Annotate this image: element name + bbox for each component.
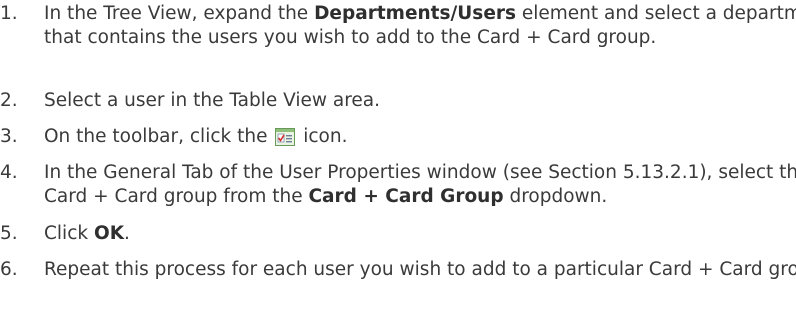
step-text: Select a user in the Table View area. <box>44 90 381 111</box>
step-6: 6. Repeat this process for each user you… <box>0 258 796 282</box>
step-number: 2. <box>0 90 18 111</box>
departments-users-label: Departments/Users <box>314 3 516 24</box>
step-5: 5. Click OK. <box>0 222 796 246</box>
step-4: 4. In the General Tab of the User Proper… <box>0 161 796 209</box>
step-number: 6. <box>0 259 18 280</box>
user-properties-icon <box>275 128 296 153</box>
step-2: 2. Select a user in the Table View area. <box>0 89 796 113</box>
instruction-page: 1. In the Tree View, expand the Departme… <box>0 0 796 330</box>
step-text: In the General Tab of the User Propertie… <box>44 162 796 207</box>
step-text: On the toolbar, click the icon. <box>44 125 796 153</box>
step-number: 1. <box>0 3 18 24</box>
step-3: 3. On the toolbar, click the icon. <box>0 125 796 153</box>
step-number: 3. <box>0 126 18 147</box>
step-text: In the Tree View, expand the Departments… <box>44 3 796 48</box>
step-1: 1. In the Tree View, expand the Departme… <box>0 2 796 50</box>
step-number: 4. <box>0 162 18 183</box>
step-text: Click OK. <box>44 223 130 244</box>
card-card-group-label: Card + Card Group <box>308 186 504 207</box>
step-text: Repeat this process for each user you wi… <box>44 259 796 280</box>
ok-label: OK <box>93 223 125 244</box>
step-number: 5. <box>0 223 18 244</box>
